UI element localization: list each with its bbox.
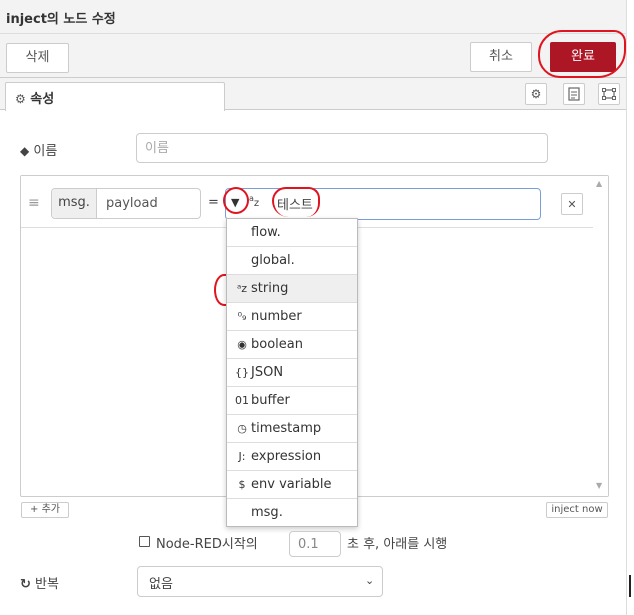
inject-now-button[interactable]: inject now	[546, 502, 608, 518]
settings-tab-button[interactable]: ⚙	[525, 83, 547, 105]
cancel-button[interactable]: 취소	[470, 42, 532, 72]
startup-delay-input[interactable]	[289, 531, 341, 557]
appearance-icon	[602, 88, 616, 100]
description-icon	[568, 87, 580, 101]
number-icon: ⁰₉	[237, 310, 247, 323]
appearance-tab-button[interactable]	[598, 83, 620, 105]
menu-item-expression[interactable]: J: expression	[227, 443, 357, 471]
startup-delay-suffix: 초 후, 아래를 시행	[347, 537, 448, 552]
dialog-title: inject의 노드 수정	[6, 12, 116, 27]
dollar-icon: $	[238, 478, 246, 491]
gear-icon: ⚙	[15, 92, 26, 106]
chevron-down-icon[interactable]: ⌄	[365, 574, 374, 587]
menu-item-flow[interactable]: flow.	[227, 219, 357, 247]
repeat-label: ↻ 반복	[20, 577, 59, 592]
dialog-edge-line	[626, 0, 627, 615]
startup-label: Node-RED시작의	[156, 537, 258, 552]
property-name-input[interactable]	[98, 189, 200, 218]
tag-icon: ◆	[20, 144, 30, 158]
remove-row-button[interactable]: ✕	[561, 193, 583, 215]
name-label: ◆ 이름	[20, 144, 58, 159]
close-icon: ✕	[567, 198, 577, 211]
list-scrollbar[interactable]: ▲ ▼	[593, 176, 608, 496]
gear-icon: ⚙	[530, 87, 542, 101]
menu-item-boolean[interactable]: ◉ boolean	[227, 331, 357, 359]
tab-properties-label: ⚙ 속성	[15, 92, 55, 107]
annotation-caret-circle	[223, 187, 249, 214]
startup-checkbox[interactable]	[139, 536, 150, 547]
string-type-icon: az	[249, 194, 260, 209]
repeat-icon: ↻	[20, 577, 31, 592]
menu-item-string[interactable]: ᵃz string	[227, 275, 357, 303]
equals-sign: =	[208, 195, 219, 210]
menu-item-env-variable[interactable]: $ env variable	[227, 471, 357, 499]
edge-marker	[629, 575, 631, 597]
repeat-selected-value: 없음	[149, 577, 173, 592]
menu-item-msg[interactable]: msg.	[227, 499, 357, 527]
menu-item-json[interactable]: {} JSON	[227, 359, 357, 387]
scroll-up-arrow[interactable]: ▲	[596, 179, 602, 188]
menu-item-timestamp[interactable]: ◷ timestamp	[227, 415, 357, 443]
description-tab-button[interactable]	[563, 83, 585, 105]
dialog-edge	[626, 0, 634, 615]
delete-button[interactable]: 삭제	[6, 43, 69, 73]
annotation-value-circle	[272, 187, 320, 217]
json-icon: {}	[235, 366, 249, 379]
menu-item-number[interactable]: ⁰₉ number	[227, 303, 357, 331]
boolean-icon: ◉	[237, 338, 247, 351]
expression-icon: J:	[238, 450, 246, 463]
menu-item-buffer[interactable]: 01 buffer	[227, 387, 357, 415]
name-input[interactable]	[136, 133, 548, 163]
buffer-icon: 01	[235, 394, 249, 407]
menu-item-global[interactable]: global.	[227, 247, 357, 275]
annotation-done-circle	[538, 30, 626, 78]
msg-prefix-label: msg.	[52, 189, 97, 218]
scroll-down-arrow[interactable]: ▼	[596, 481, 602, 490]
add-property-button[interactable]: + 추가	[21, 502, 69, 518]
dialog-toolbar	[0, 34, 626, 78]
string-icon: ᵃz	[236, 282, 248, 295]
plus-icon: +	[30, 504, 39, 515]
repeat-select[interactable]	[137, 566, 383, 597]
drag-handle-icon[interactable]: ≡	[28, 195, 40, 211]
clock-icon: ◷	[237, 422, 247, 435]
